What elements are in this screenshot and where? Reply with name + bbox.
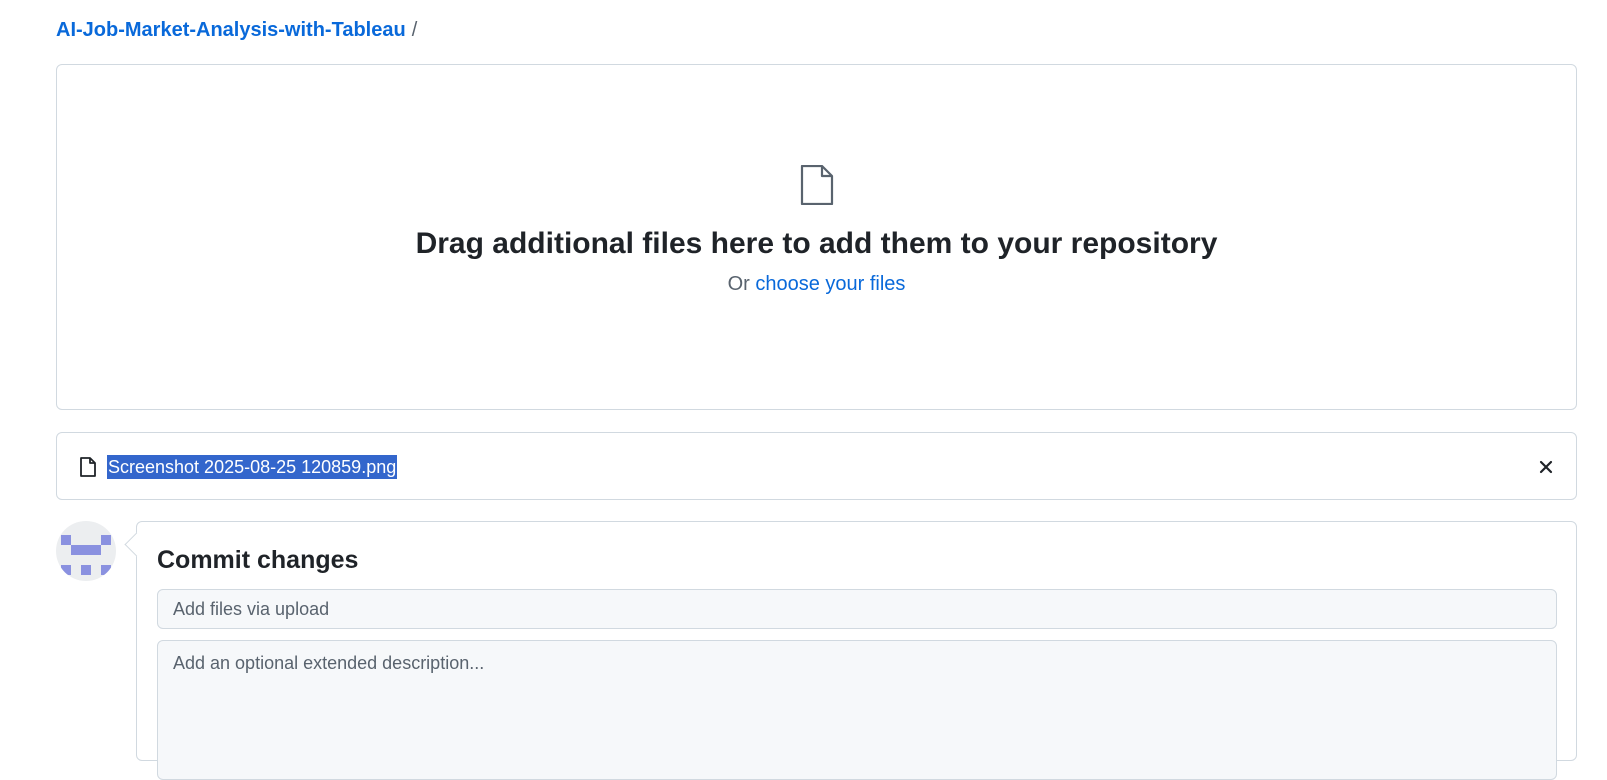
remove-file-button[interactable] bbox=[1534, 455, 1558, 479]
repo-link[interactable]: AI-Job-Market-Analysis-with-Tableau bbox=[56, 19, 406, 41]
identicon-image bbox=[61, 535, 111, 575]
commit-summary-input[interactable] bbox=[157, 589, 1557, 629]
breadcrumb: AI-Job-Market-Analysis-with-Tableau / bbox=[56, 17, 417, 43]
file-icon bbox=[800, 165, 833, 205]
commit-form: Commit changes bbox=[124, 521, 1577, 780]
dropzone-prefix: Or bbox=[727, 273, 750, 295]
breadcrumb-separator: / bbox=[411, 19, 418, 41]
avatar[interactable] bbox=[56, 521, 116, 581]
commit-heading: Commit changes bbox=[157, 546, 359, 574]
choose-files-link[interactable]: choose your files bbox=[755, 273, 905, 295]
comment-pointer bbox=[124, 532, 149, 557]
dropzone-subtext: Or choose your files bbox=[57, 271, 1576, 297]
uploaded-file-row: Screenshot 2025-08-25 120859.png bbox=[56, 432, 1577, 500]
commit-description-textarea[interactable] bbox=[157, 640, 1557, 780]
close-icon bbox=[1539, 460, 1553, 474]
dropzone-heading: Drag additional files here to add them t… bbox=[415, 227, 1218, 260]
file-dropzone[interactable]: Drag additional files here to add them t… bbox=[56, 64, 1577, 410]
file-icon bbox=[80, 457, 96, 477]
uploaded-file-name: Screenshot 2025-08-25 120859.png bbox=[107, 455, 398, 479]
